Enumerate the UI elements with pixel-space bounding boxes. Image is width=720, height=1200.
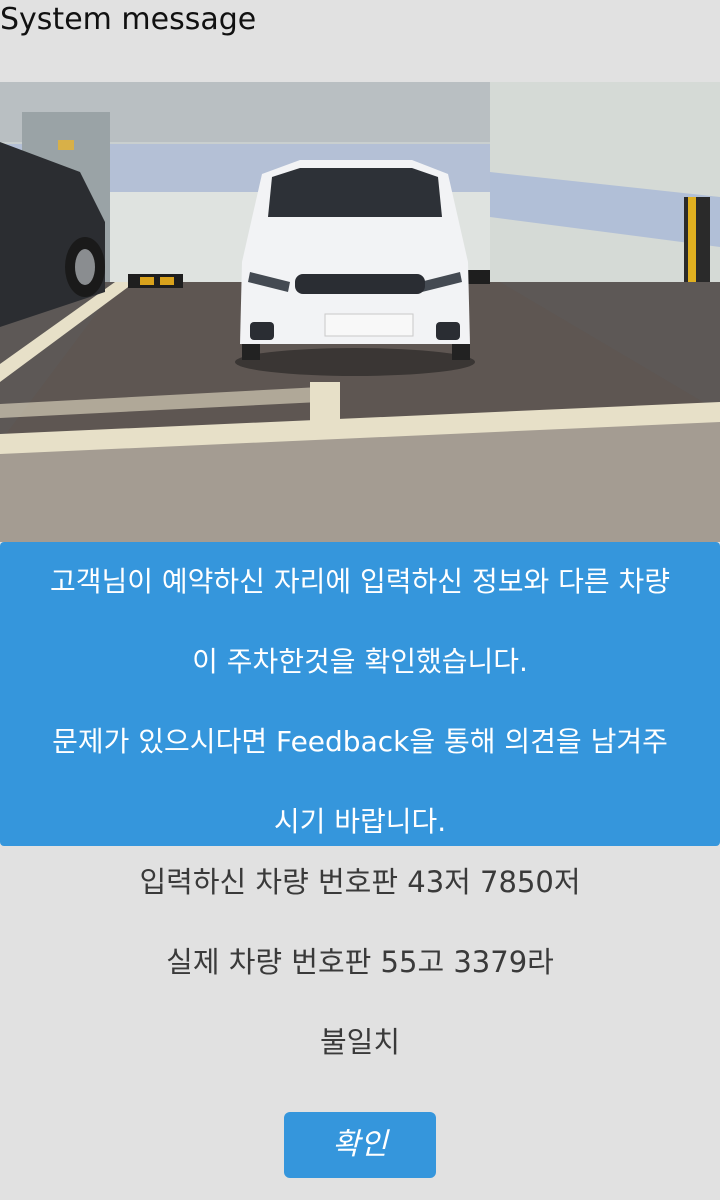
message-line: 이 주차한것을 확인했습니다. [192, 645, 528, 678]
message-line: 문제가 있으시다면 Feedback을 통해 의견을 남겨주 [52, 725, 668, 758]
message-line: 고객님이 예약하신 자리에 입력하신 정보와 다른 차량 [49, 565, 671, 598]
warning-banner: 고객님이 예약하신 자리에 입력하신 정보와 다른 차량 이 주차한것을 확인했… [0, 542, 720, 846]
confirm-button[interactable]: 확인 [284, 1112, 436, 1178]
dialog-title: System message [0, 2, 257, 37]
entered-plate-text: 입력하신 차량 번호판 43저 7850저 [139, 865, 581, 899]
message-line: 시기 바랍니다. [273, 805, 447, 838]
parking-photo [0, 82, 720, 542]
actual-plate-text: 실제 차량 번호판 55고 3379라 [166, 945, 554, 979]
mismatch-result-text: 불일치 [319, 1025, 401, 1059]
